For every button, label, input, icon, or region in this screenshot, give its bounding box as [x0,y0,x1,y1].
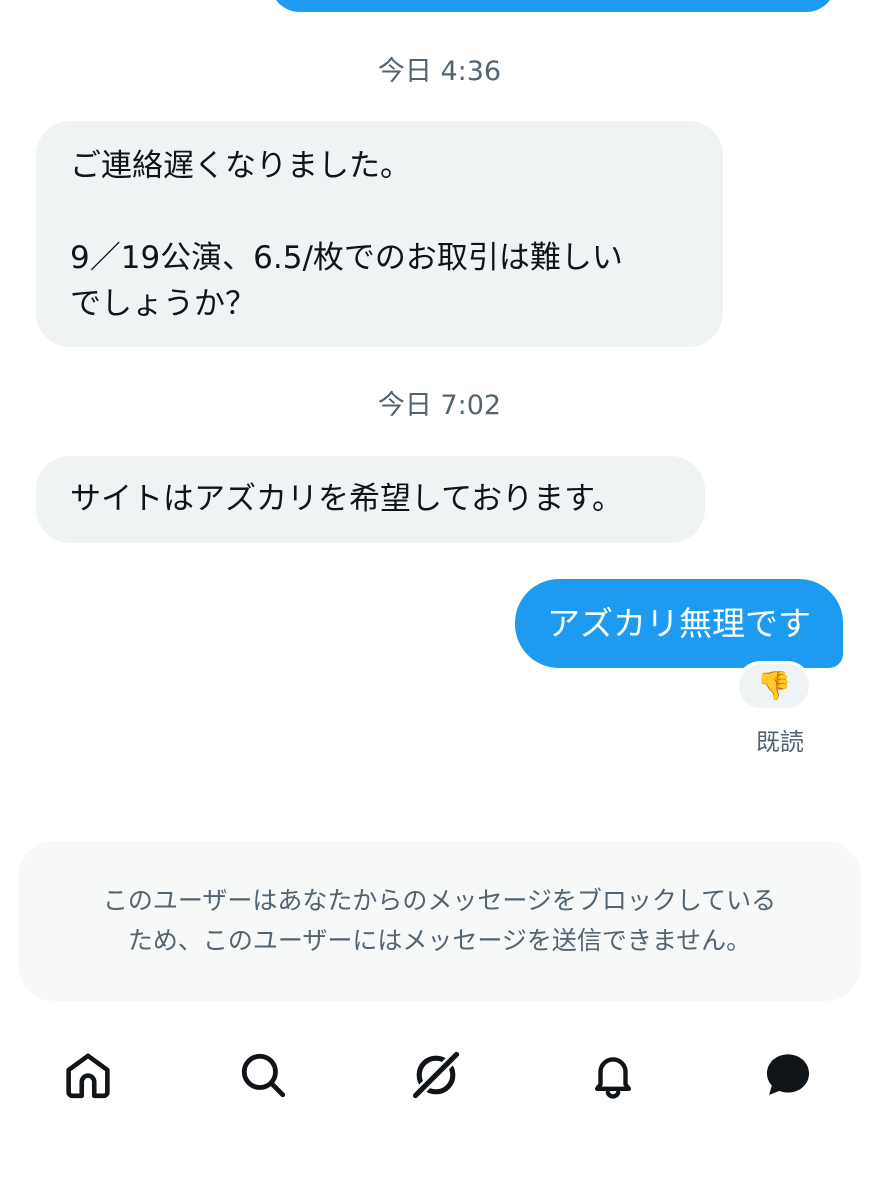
timestamp-1: 今日 4:36 [377,56,502,87]
received-message-1[interactable]: ご連絡遅くなりました。 9／19公演、6.5/枚でのお取引は難しい でしょうか？ [36,121,723,347]
blocked-notice-line: ため、このユーザーにはメッセージを送信できません。 [127,926,752,955]
tab-search[interactable] [235,1047,291,1103]
message-line [70,189,689,235]
received-message-2[interactable]: サイトはアズカリを希望しております。 [36,456,705,543]
tab-grok[interactable] [408,1047,464,1103]
reaction-badge[interactable]: 👎 [736,661,812,711]
message-line: でしょうか？ [70,286,256,322]
tab-home[interactable] [60,1047,116,1103]
blocked-notice: このユーザーはあなたからのメッセージをブロックしている ため、このユーザーにはメ… [18,841,861,1001]
blocked-notice-line: このユーザーはあなたからのメッセージをブロックしている [102,886,777,915]
timestamp-2: 今日 7:02 [377,390,502,421]
read-receipt: 既読 [756,728,804,756]
thumbs-down-emoji: 👎 [756,669,792,702]
search-icon [241,1053,286,1098]
tab-notifications[interactable] [585,1047,641,1103]
message-line: 9／19公演、6.5/枚でのお取引は難しい [70,240,623,276]
message-line: サイトはアズカリを希望しております。 [70,481,624,517]
home-icon [66,1053,110,1099]
message-line: ご連絡遅くなりました。 [70,148,411,184]
tab-messages[interactable] [760,1047,816,1103]
sent-message[interactable]: アズカリ無理です [515,579,843,668]
messages-icon [766,1054,810,1095]
bottom-tab-bar [0,1030,879,1120]
grok-icon [409,1048,463,1102]
previous-sent-bubble[interactable] [270,0,836,12]
bell-icon [594,1057,632,1099]
